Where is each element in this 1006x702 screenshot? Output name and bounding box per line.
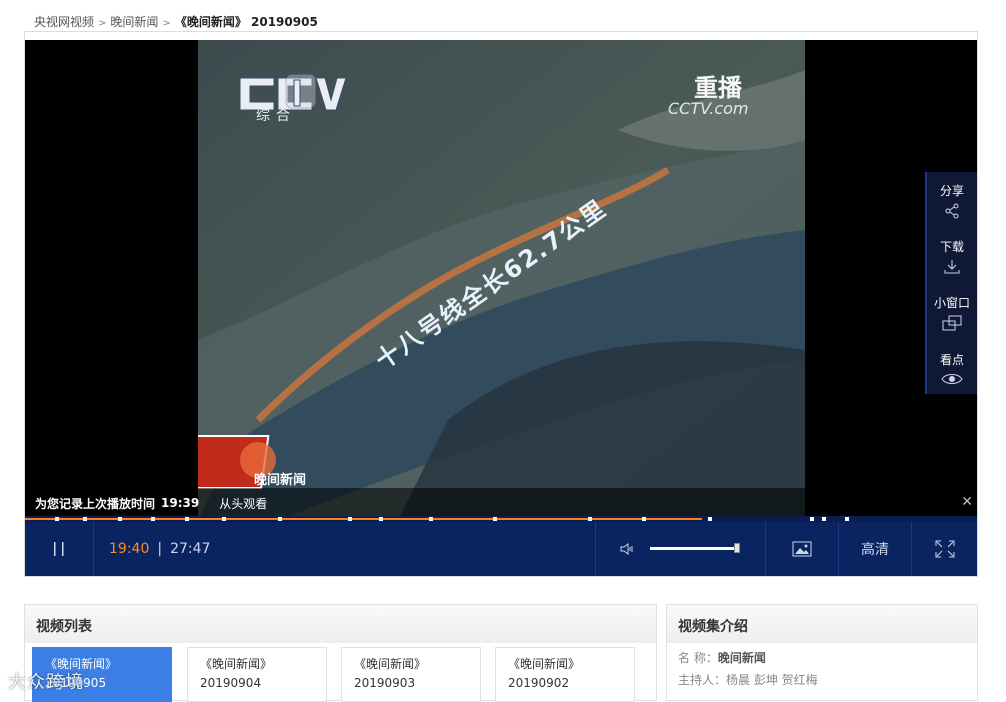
chapter-marker[interactable] (642, 517, 646, 521)
chapter-marker[interactable] (278, 517, 282, 521)
channel-sub-label: 综合 (256, 108, 296, 124)
episode-date: 20190903 (354, 676, 416, 690)
episode-item-20190904[interactable]: 《晚间新闻》 20190904 (187, 647, 327, 702)
pause-button[interactable] (25, 522, 93, 576)
share-icon (945, 203, 959, 218)
breadcrumb-link-evening-news[interactable]: 晚间新闻 (110, 15, 158, 29)
breadcrumb-separator: > (162, 18, 171, 29)
site-logo: CCTV.com (668, 99, 748, 118)
breadcrumb-link-cctv-video[interactable]: 央视网视频 (34, 15, 94, 29)
host-value: 杨晨 彭坤 贺红梅 (726, 673, 818, 687)
panel-header (25, 605, 656, 643)
share-button[interactable]: 分享 (927, 172, 977, 228)
divider (595, 522, 596, 576)
episode-item-20190902[interactable]: 《晚间新闻》 20190902 (495, 647, 635, 702)
replay-label: 重播 (694, 74, 743, 102)
chapter-marker[interactable] (118, 517, 122, 521)
chapter-marker[interactable] (845, 517, 849, 521)
fullscreen-icon (935, 540, 954, 558)
resume-playback-bar: 为您记录上次播放时间 19:39 从头观看 ✕ (25, 488, 977, 518)
svg-text:晚间新闻: 晚间新闻 (254, 472, 306, 488)
screenshot-button[interactable] (766, 522, 838, 576)
mini-window-button[interactable]: 小窗口 (927, 284, 977, 340)
chapter-marker[interactable] (822, 517, 826, 521)
chapter-marker[interactable] (348, 517, 352, 521)
pause-icon (54, 542, 64, 556)
episode-name: 《晚间新闻》 (200, 657, 273, 671)
chapter-marker[interactable] (588, 517, 592, 521)
download-label: 下载 (939, 239, 964, 254)
resume-message: 为您记录上次播放时间 (35, 496, 156, 511)
download-icon (944, 259, 960, 273)
chapter-marker[interactable] (55, 517, 59, 521)
restart-from-beginning-link[interactable]: 从头观看 (219, 495, 267, 512)
collection-intro-panel: 视频集介绍 名 称：晚间新闻 主持人：杨晨 彭坤 贺红梅 (666, 604, 978, 701)
chapter-marker[interactable] (379, 517, 383, 521)
close-icon[interactable]: ✕ (961, 494, 973, 510)
current-time: 19:40 (109, 541, 150, 557)
highlights-button[interactable]: 看点 (927, 340, 977, 396)
host-label: 主持人： (678, 673, 727, 687)
episode-name: 《晚间新闻》 (354, 657, 427, 671)
time-separator: | (157, 541, 163, 557)
breadcrumb-separator: > (98, 18, 107, 29)
resume-time: 19:39 (161, 496, 200, 510)
eye-icon (941, 373, 963, 384)
time-display: 19:40 | 27:47 (109, 522, 210, 576)
episode-item-20190903[interactable]: 《晚间新闻》 20190903 (341, 647, 481, 702)
divider (93, 522, 94, 576)
quality-selector[interactable]: 高清 (839, 522, 911, 576)
share-label: 分享 (939, 183, 964, 198)
progress-fill (25, 518, 702, 520)
program-name-value: 晚间新闻 (717, 651, 766, 665)
video-list-title: 视频列表 (36, 619, 92, 635)
download-button[interactable]: 下载 (927, 228, 977, 284)
chapter-marker[interactable] (151, 517, 155, 521)
duration: 27:47 (170, 541, 211, 557)
video-viewport[interactable]: 综合 重播 CCTV.com 十八号线全长62.7公里 晚间新闻 分享 下载 小… (25, 40, 977, 520)
player-control-bar: 19:40 | 27:47 高清 (25, 522, 977, 576)
screenshot-icon (792, 541, 812, 557)
video-list-panel: 视频列表 《晚间新闻》 20190905 《晚间新闻》 20190904 《晚间… (24, 604, 657, 702)
episode-date: 20190902 (508, 676, 570, 690)
volume-slider[interactable] (650, 547, 738, 550)
breadcrumb-current: 《晚间新闻》 20190905 (174, 15, 318, 29)
fullscreen-button[interactable] (912, 522, 977, 576)
breadcrumb: 央视网视频 > 晚间新闻 > 《晚间新闻》 20190905 (34, 13, 318, 30)
chapter-marker[interactable] (493, 517, 497, 521)
chapter-marker[interactable] (429, 517, 433, 521)
intro-title: 视频集介绍 (678, 619, 748, 635)
chapter-marker[interactable] (810, 517, 814, 521)
side-action-panel: 分享 下载 小窗口 看点 (925, 172, 977, 394)
highlights-label: 看点 (939, 352, 964, 367)
chapter-marker[interactable] (185, 517, 189, 521)
mini-window-label: 小窗口 (933, 295, 970, 310)
host-row: 主持人：杨晨 彭坤 贺红梅 (678, 671, 818, 688)
chapter-marker[interactable] (83, 517, 87, 521)
program-name-label: 名 称： (678, 651, 718, 665)
episode-name: 《晚间新闻》 (508, 657, 581, 671)
episode-date: 20190904 (200, 676, 262, 690)
volume-icon (620, 543, 633, 555)
chapter-marker[interactable] (222, 517, 226, 521)
video-frame-satellite-map: 综合 重播 CCTV.com 十八号线全长62.7公里 晚间新闻 (198, 40, 805, 520)
program-name-row: 名 称：晚间新闻 (678, 649, 766, 666)
mute-button[interactable] (613, 522, 643, 576)
quality-label: 高清 (861, 542, 889, 558)
mini-window-icon (942, 315, 962, 330)
volume-slider-handle[interactable] (734, 543, 740, 553)
chapter-marker[interactable] (708, 517, 712, 521)
watermark: 大众跨境 (8, 672, 84, 693)
